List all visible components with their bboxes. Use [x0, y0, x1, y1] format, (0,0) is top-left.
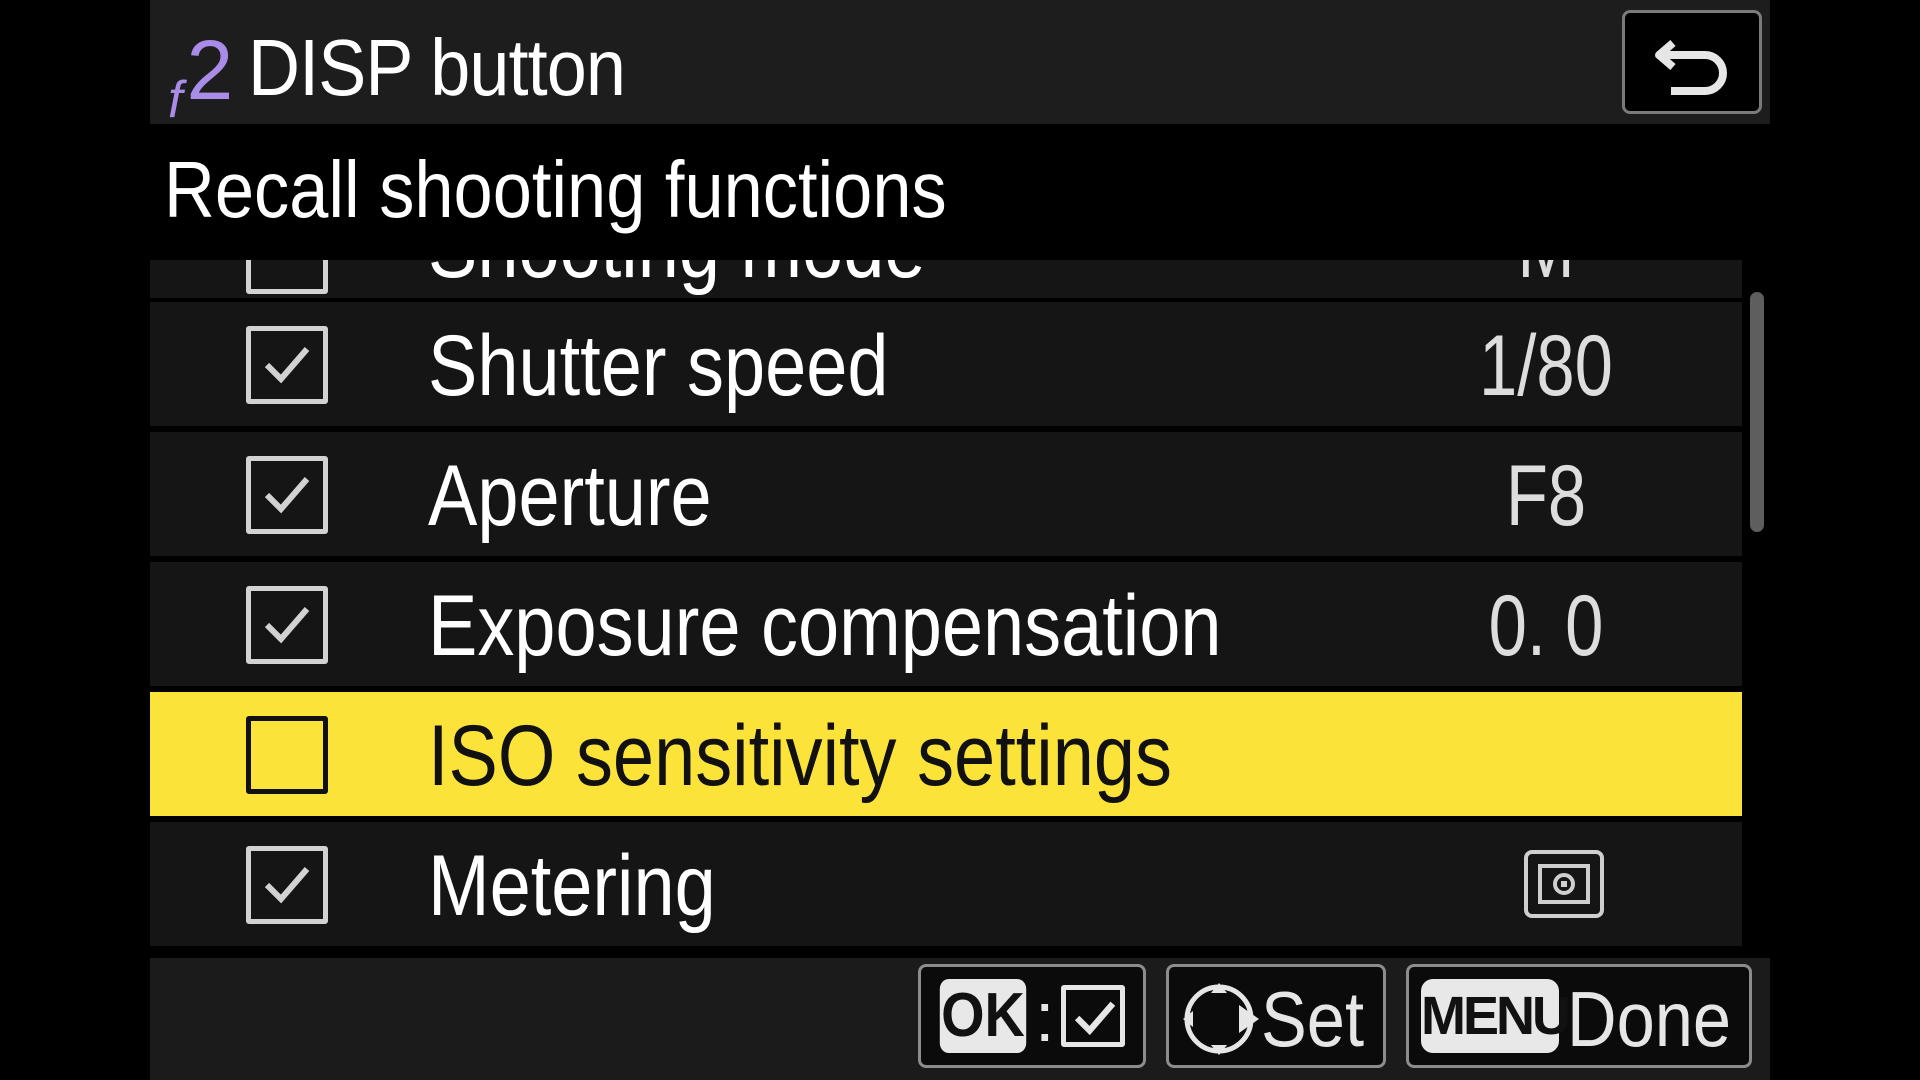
page-title: DISP button: [248, 23, 626, 112]
ok-colon: :: [1035, 978, 1055, 1056]
list-item-value: F8: [1505, 448, 1587, 544]
header-bar: f2 DISP button: [150, 0, 1770, 129]
menu-code-letter: f: [168, 71, 183, 129]
list-item-partial[interactable]: Shooting mode M: [150, 260, 1742, 298]
list-item-label: Exposure compensation: [428, 578, 1222, 674]
list-item-value: M: [1466, 260, 1626, 298]
list-item-shutter-speed[interactable]: Shutter speed 1/80: [150, 302, 1742, 426]
list-item-exposure-compensation[interactable]: Exposure compensation 0. 0: [150, 562, 1742, 686]
done-label: Done: [1567, 975, 1732, 1063]
footer-bar: OK : Set MENU Done: [150, 958, 1770, 1080]
ok-key-icon: OK: [939, 979, 1027, 1053]
checkbox-checked[interactable]: [246, 326, 328, 404]
checkbox-checked[interactable]: [246, 846, 328, 924]
setting-subtitle: Recall shooting functions: [164, 145, 947, 234]
checkmark-icon: [264, 607, 310, 644]
checkmark-icon: [264, 867, 310, 904]
menu-code: f2: [168, 22, 234, 129]
function-list: Shooting mode M Shutter speed 1/80 Apert…: [150, 260, 1742, 948]
list-item-aperture[interactable]: Aperture F8: [150, 432, 1742, 556]
checkbox-checked[interactable]: [246, 456, 328, 534]
list-item-value: 0. 0: [1488, 578, 1604, 674]
checkbox-unchecked[interactable]: [246, 716, 328, 794]
list-item-label: Shooting mode: [428, 260, 926, 298]
matrix-metering-icon: [1524, 850, 1604, 918]
camera-menu-screen: f2 DISP button Recall shooting functions…: [150, 0, 1770, 1080]
list-item-label: Shutter speed: [428, 318, 889, 414]
menu-code-number: 2: [186, 23, 234, 117]
scrollbar[interactable]: [1750, 292, 1764, 532]
checkbox-checked[interactable]: [246, 586, 328, 664]
ok-toggle-button[interactable]: OK :: [918, 964, 1146, 1068]
list-item-label: Metering: [428, 838, 716, 934]
back-button[interactable]: [1622, 10, 1762, 114]
list-item-label: ISO sensitivity settings: [428, 708, 1172, 804]
checkbox[interactable]: [246, 260, 328, 294]
list-item-iso-sensitivity-settings[interactable]: ISO sensitivity settings: [150, 692, 1742, 816]
list-item-value: 1/80: [1479, 318, 1613, 414]
checkbox-checked-icon: [1061, 985, 1125, 1047]
set-label: Set: [1261, 975, 1365, 1063]
checkmark-icon: [264, 347, 310, 384]
done-button[interactable]: MENU Done: [1406, 964, 1752, 1068]
list-item-metering[interactable]: Metering: [150, 822, 1742, 946]
list-item-label: Aperture: [428, 448, 712, 544]
multi-selector-icon: [1183, 983, 1259, 1055]
checkmark-icon: [264, 477, 310, 514]
return-arrow-icon: [1655, 39, 1727, 95]
menu-key-icon: MENU: [1421, 979, 1571, 1053]
set-button[interactable]: Set: [1166, 964, 1386, 1068]
